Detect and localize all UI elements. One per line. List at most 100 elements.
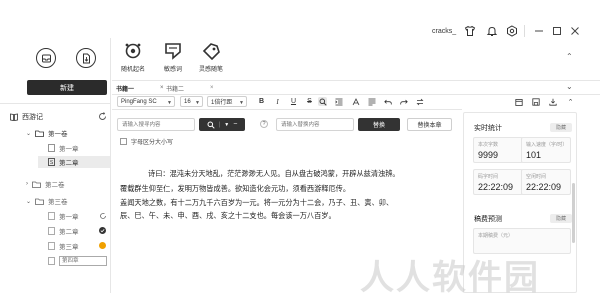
settings-icon[interactable] [506, 25, 518, 37]
typeset-icon[interactable] [367, 97, 376, 106]
fee-title: 稿费预测 [474, 216, 502, 223]
calendar-icon[interactable] [514, 97, 523, 106]
button-divider: | [218, 121, 221, 128]
tree-chapter-1-2-label: 第二章 [59, 160, 79, 167]
case-sensitive-checkbox[interactable] [120, 138, 127, 145]
replace-button[interactable]: 替换 [358, 118, 400, 131]
bold-button[interactable]: B [257, 97, 266, 106]
tool-sensitive-word[interactable]: 敏感词 [153, 42, 193, 73]
stat-word-count: 本次字数 9999 [473, 137, 523, 163]
tool-inspiration-note[interactable]: 灵感随笔 [191, 42, 231, 73]
case-sensitive-label: 字母区分大小写 [131, 140, 174, 146]
stats-scrollbar[interactable] [572, 183, 575, 243]
file-icon [48, 242, 55, 250]
stats-hide-button[interactable]: 隐藏 [550, 123, 572, 132]
fee-hide-button[interactable]: 隐藏 [550, 214, 572, 223]
tree-chapter-1-2[interactable]: S 第二章 [48, 156, 79, 168]
done-status-icon [99, 227, 106, 234]
tab-close-icon[interactable]: × [210, 85, 214, 91]
inbox-button[interactable] [36, 48, 56, 68]
bell-icon[interactable] [486, 25, 498, 37]
replace-chapter-button[interactable]: 替换本章 [407, 118, 452, 131]
file-s-icon: S [48, 158, 55, 166]
format-clear-icon[interactable] [351, 97, 360, 106]
tool-sensitive-word-label: 敏感词 [163, 67, 182, 73]
case-sensitive-option[interactable]: 字母区分大小写 [120, 137, 173, 146]
search-icon [207, 121, 215, 129]
stat-word-count-label: 本次字数 [478, 142, 499, 148]
tabs-overflow-icon[interactable]: ⌄ [566, 82, 573, 91]
search-icon[interactable] [318, 97, 327, 106]
collapse-toolbar-icon[interactable]: ⌃ [566, 97, 575, 106]
tree-chapter-3-3[interactable]: 第三章 [48, 240, 79, 252]
book-icon [10, 113, 18, 121]
find-button[interactable]: | ▼ − [199, 118, 245, 131]
stat-idle-time-value: 22:22:09 [526, 182, 562, 192]
close-icon[interactable] [569, 25, 581, 37]
doc-tab-2[interactable]: 书籍二 × [166, 82, 214, 94]
tree-chapter-3-2-label: 第二章 [59, 229, 79, 236]
tabs-top-border [112, 80, 600, 81]
editor-paragraph-4[interactable]: 辰、巳、午、未、申、酉、戌、亥之十二支也。每会该一万八百岁。 [120, 211, 336, 221]
tree-volume-1[interactable]: ⌄ 第一卷 [26, 127, 68, 139]
maximize-icon[interactable] [551, 25, 563, 37]
export-doc-button[interactable] [76, 48, 96, 68]
stat-input-speed-label: 输入速度（字/时） [526, 142, 568, 148]
tree-chapter-3-1[interactable]: 第一章 [48, 210, 79, 222]
tool-inspiration-note-label: 灵感随笔 [198, 67, 223, 73]
replace-input[interactable] [276, 118, 354, 131]
chapter-rename-input[interactable] [59, 256, 107, 266]
toolbar-bottom-border [112, 109, 462, 110]
file-icon [48, 227, 55, 235]
minus-icon: − [233, 121, 238, 128]
font-family-select[interactable]: PingFang SC ▼ [117, 96, 175, 107]
fee-label: 本期稿费（元） [478, 233, 514, 239]
editor-paragraph-1[interactable]: 诗曰：混沌未分天地乱，茫茫渺渺无人见。自从盘古破鸿蒙，开辟从兹清浊辨。 [148, 169, 400, 179]
doc-tab-2-label: 书籍二 [166, 86, 185, 93]
tree-chapter-3-2[interactable]: 第二章 [48, 225, 79, 237]
editor-paragraph-3[interactable]: 盖闻天地之数，有十二万九千六百岁为一元。将一元分为十二会，乃子、丑、寅、卯、 [120, 198, 393, 208]
line-height-select[interactable]: 1倍行距 ▼ [207, 96, 247, 107]
editor-paragraph-2[interactable]: 覆载群生仰至仁，发明万物皆成善。欲知造化会元功，须看西游释厄传。 [120, 184, 350, 194]
export-doc-icon [81, 53, 92, 64]
chevron-down-icon: ⌄ [26, 198, 32, 205]
inspiration-note-icon [191, 42, 231, 60]
strikethrough-button[interactable]: S [305, 97, 314, 106]
download-icon[interactable] [548, 97, 557, 106]
save-icon[interactable] [531, 97, 540, 106]
chevron-down-icon: ▼ [239, 100, 244, 106]
stats-title: 实时统计 [474, 125, 502, 132]
doc-tab-1[interactable]: 书籍一 × [116, 82, 164, 94]
tree-chapter-3-1-label: 第一章 [59, 214, 79, 221]
redo-icon[interactable] [399, 97, 408, 106]
tree-volume-3[interactable]: ⌄ 第三卷 [26, 195, 68, 207]
help-icon[interactable]: ? [260, 120, 268, 128]
minimize-icon[interactable] [533, 25, 545, 37]
collapse-tools-icon[interactable]: ⌃ [566, 52, 573, 61]
tree-chapter-new[interactable] [48, 255, 107, 267]
title-bar: cracks_ [0, 0, 600, 38]
tree-volume-2-label: 第二卷 [45, 182, 65, 189]
stat-typing-time: 码字时间 22:22:09 [473, 169, 523, 195]
sync-icon[interactable] [98, 112, 107, 121]
indent-icon[interactable] [334, 97, 343, 106]
font-size-select[interactable]: 16 ▼ [180, 96, 203, 107]
chevron-down-icon: ▼ [224, 121, 230, 128]
book-title-row[interactable]: 西游记 [10, 111, 43, 123]
underline-button[interactable]: U [289, 97, 298, 106]
undo-icon[interactable] [383, 97, 392, 106]
new-button[interactable]: 新建 [27, 80, 107, 95]
find-input[interactable] [117, 118, 195, 131]
tool-random-name-label: 随机起名 [120, 67, 145, 73]
tab-close-icon[interactable]: × [160, 85, 164, 91]
tool-random-name[interactable]: 随机起名 [113, 42, 153, 73]
stat-word-count-value: 9999 [478, 150, 499, 160]
file-icon [48, 257, 55, 265]
italic-button[interactable]: I [273, 97, 282, 106]
tshirt-icon[interactable] [464, 25, 476, 37]
replace-icon[interactable] [415, 97, 424, 106]
tree-chapter-1-1[interactable]: 第一章 [48, 142, 79, 154]
tree-volume-2[interactable]: › 第二卷 [26, 178, 65, 190]
username[interactable]: cracks_ [432, 28, 456, 35]
font-size-value: 16 [184, 98, 191, 105]
